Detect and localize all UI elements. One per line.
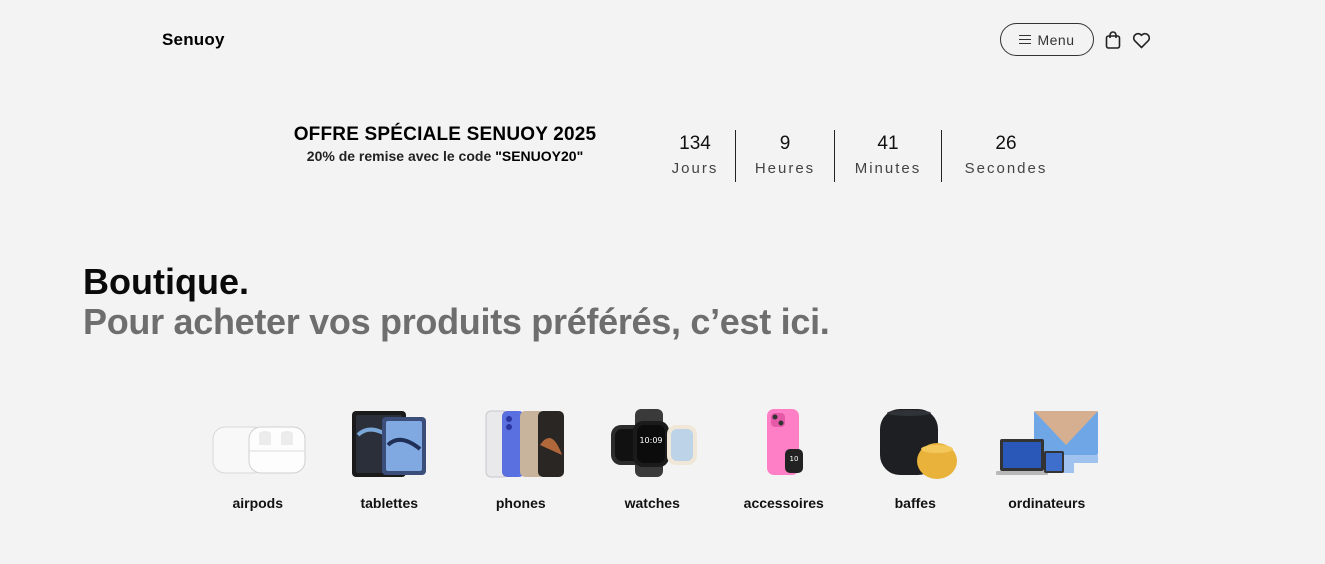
promo-subtitle: 20% de remise avec le code "SENUOY20"	[260, 148, 630, 164]
accessories-image: 10	[729, 405, 839, 480]
hamburger-icon	[1019, 35, 1032, 44]
svg-text:10:09: 10:09	[640, 436, 663, 445]
category-label: accessoires	[743, 495, 824, 511]
category-label: tablettes	[360, 495, 419, 511]
category-label: airpods	[232, 495, 284, 511]
menu-button[interactable]: Menu	[1000, 23, 1094, 56]
countdown-value: 134	[679, 133, 711, 154]
countdown-value: 41	[877, 133, 899, 154]
countdown-label: Heures	[754, 160, 816, 177]
site-logo[interactable]: Senuoy	[162, 30, 225, 50]
speakers-image	[860, 405, 970, 480]
menu-button-label: Menu	[1037, 31, 1075, 48]
hero-section: Boutique. Pour acheter vos produits préf…	[83, 261, 830, 342]
heart-icon[interactable]	[1131, 30, 1151, 50]
countdown-seconds: 26 Secondes	[942, 130, 1070, 182]
countdown-days: 134 Jours	[655, 130, 735, 182]
promo-title: OFFRE SPÉCIALE SENUOY 2025	[293, 124, 597, 145]
site-header: Senuoy Menu	[0, 0, 1325, 80]
countdown-value: 26	[995, 133, 1017, 154]
airpods-image	[203, 405, 313, 480]
countdown-label: Jours	[671, 160, 719, 177]
category-label: phones	[495, 495, 546, 511]
category-tablettes[interactable]: tablettes	[324, 405, 456, 511]
countdown-value: 9	[779, 133, 791, 154]
countdown-timer: 134 Jours 9 Heures 41 Minutes 26 Seconde…	[655, 130, 1070, 182]
category-label: ordinateurs	[1008, 495, 1086, 511]
countdown-label: Minutes	[854, 160, 922, 177]
countdown-label: Secondes	[964, 160, 1048, 177]
category-ordinateurs[interactable]: ordinateurs	[981, 405, 1113, 511]
category-watches[interactable]: 10:09 watches	[587, 405, 719, 511]
page-title: Boutique.	[83, 261, 249, 302]
promo-subtitle-text: 20% de remise avec le code	[306, 148, 492, 164]
shopping-bag-icon[interactable]	[1103, 30, 1123, 50]
svg-text:10: 10	[789, 455, 798, 463]
page-subtitle: Pour acheter vos produits préférés, c’es…	[83, 301, 830, 342]
promo-code: "SENUOY20"	[495, 148, 584, 164]
promo-banner: OFFRE SPÉCIALE SENUOY 2025 20% de remise…	[260, 124, 630, 164]
category-phones[interactable]: phones	[455, 405, 587, 511]
computers-image	[992, 405, 1102, 480]
phones-image	[466, 405, 576, 480]
category-label: watches	[624, 495, 680, 511]
countdown-hours: 9 Heures	[736, 130, 834, 182]
category-accessoires[interactable]: 10 accessoires	[718, 405, 850, 511]
watches-image: 10:09	[597, 405, 707, 480]
category-baffes[interactable]: baffes	[850, 405, 982, 511]
category-label: baffes	[894, 495, 936, 511]
category-airpods[interactable]: airpods	[192, 405, 324, 511]
tablets-image	[334, 405, 444, 480]
countdown-minutes: 41 Minutes	[835, 130, 941, 182]
category-list: airpods tablettes phones 10:09 watches 1…	[192, 405, 1113, 511]
